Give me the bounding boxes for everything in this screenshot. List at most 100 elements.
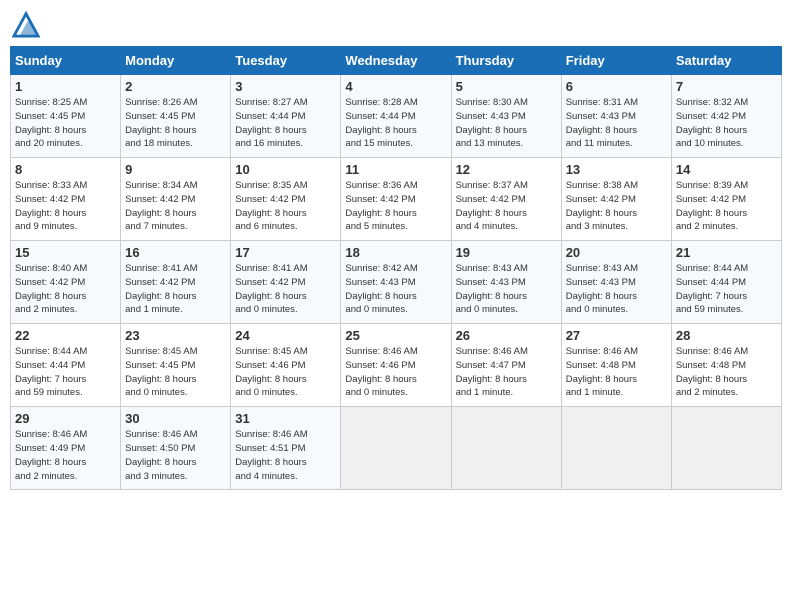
header-monday: Monday <box>121 47 231 75</box>
calendar-cell: 9 Sunrise: 8:34 AM Sunset: 4:42 PM Daylig… <box>121 158 231 241</box>
day-number: 16 <box>125 245 226 260</box>
day-number: 19 <box>456 245 557 260</box>
day-info: Sunrise: 8:46 AM Sunset: 4:48 PM Dayligh… <box>566 345 667 400</box>
day-info: Sunrise: 8:46 AM Sunset: 4:46 PM Dayligh… <box>345 345 446 400</box>
day-number: 17 <box>235 245 336 260</box>
calendar-cell: 23 Sunrise: 8:45 AM Sunset: 4:45 PM Dayli… <box>121 324 231 407</box>
day-info: Sunrise: 8:30 AM Sunset: 4:43 PM Dayligh… <box>456 96 557 151</box>
day-number: 8 <box>15 162 116 177</box>
calendar-cell: 5 Sunrise: 8:30 AM Sunset: 4:43 PM Daylig… <box>451 75 561 158</box>
calendar-week-row: 8Sunrise: 8:33 AM Sunset: 4:42 PM Daylig… <box>11 158 782 241</box>
header-sunday: Sunday <box>11 47 121 75</box>
day-number: 28 <box>676 328 777 343</box>
day-number: 26 <box>456 328 557 343</box>
calendar-cell: 28 Sunrise: 8:46 AM Sunset: 4:48 PM Dayli… <box>671 324 781 407</box>
day-info: Sunrise: 8:36 AM Sunset: 4:42 PM Dayligh… <box>345 179 446 234</box>
calendar-cell: 31Sunrise: 8:46 AM Sunset: 4:51 PM Dayli… <box>231 407 341 490</box>
day-info: Sunrise: 8:35 AM Sunset: 4:42 PM Dayligh… <box>235 179 336 234</box>
calendar-week-row: 15 Sunrise: 8:40 AM Sunset: 4:42 PM Dayli… <box>11 241 782 324</box>
day-number: 21 <box>676 245 777 260</box>
calendar-cell: 17Sunrise: 8:41 AM Sunset: 4:42 PM Dayli… <box>231 241 341 324</box>
day-info: Sunrise: 8:38 AM Sunset: 4:42 PM Dayligh… <box>566 179 667 234</box>
day-number: 18 <box>345 245 446 260</box>
header-thursday: Thursday <box>451 47 561 75</box>
calendar-header-row: SundayMondayTuesdayWednesdayThursdayFrid… <box>11 47 782 75</box>
calendar-table: SundayMondayTuesdayWednesdayThursdayFrid… <box>10 46 782 490</box>
calendar-cell: 12 Sunrise: 8:37 AM Sunset: 4:42 PM Dayli… <box>451 158 561 241</box>
calendar-cell: 29 Sunrise: 8:46 AM Sunset: 4:49 PM Dayli… <box>11 407 121 490</box>
day-info: Sunrise: 8:32 AM Sunset: 4:42 PM Dayligh… <box>676 96 777 151</box>
header-wednesday: Wednesday <box>341 47 451 75</box>
day-number: 5 <box>456 79 557 94</box>
day-number: 31 <box>235 411 336 426</box>
calendar-week-row: 22 Sunrise: 8:44 AM Sunset: 4:44 PM Dayli… <box>11 324 782 407</box>
calendar-cell: 30 Sunrise: 8:46 AM Sunset: 4:50 PM Dayli… <box>121 407 231 490</box>
day-number: 20 <box>566 245 667 260</box>
calendar-cell: 24 Sunrise: 8:45 AM Sunset: 4:46 PM Dayli… <box>231 324 341 407</box>
calendar-cell: 21 Sunrise: 8:44 AM Sunset: 4:44 PM Dayli… <box>671 241 781 324</box>
calendar-cell: 11 Sunrise: 8:36 AM Sunset: 4:42 PM Dayli… <box>341 158 451 241</box>
day-number: 9 <box>125 162 226 177</box>
day-number: 29 <box>15 411 116 426</box>
calendar-cell: 2 Sunrise: 8:26 AM Sunset: 4:45 PM Daylig… <box>121 75 231 158</box>
header-tuesday: Tuesday <box>231 47 341 75</box>
day-number: 10 <box>235 162 336 177</box>
calendar-cell: 7Sunrise: 8:32 AM Sunset: 4:42 PM Daylig… <box>671 75 781 158</box>
page-header <box>10 10 782 38</box>
day-number: 24 <box>235 328 336 343</box>
calendar-cell: 15 Sunrise: 8:40 AM Sunset: 4:42 PM Dayli… <box>11 241 121 324</box>
day-info: Sunrise: 8:42 AM Sunset: 4:43 PM Dayligh… <box>345 262 446 317</box>
header-saturday: Saturday <box>671 47 781 75</box>
calendar-cell: 20 Sunrise: 8:43 AM Sunset: 4:43 PM Dayli… <box>561 241 671 324</box>
day-number: 3 <box>235 79 336 94</box>
calendar-cell: 13 Sunrise: 8:38 AM Sunset: 4:42 PM Dayli… <box>561 158 671 241</box>
calendar-cell: 18 Sunrise: 8:42 AM Sunset: 4:43 PM Dayli… <box>341 241 451 324</box>
day-info: Sunrise: 8:28 AM Sunset: 4:44 PM Dayligh… <box>345 96 446 151</box>
day-number: 30 <box>125 411 226 426</box>
day-info: Sunrise: 8:46 AM Sunset: 4:48 PM Dayligh… <box>676 345 777 400</box>
day-info: Sunrise: 8:45 AM Sunset: 4:46 PM Dayligh… <box>235 345 336 400</box>
calendar-cell: 16 Sunrise: 8:41 AM Sunset: 4:42 PM Dayli… <box>121 241 231 324</box>
day-info: Sunrise: 8:25 AM Sunset: 4:45 PM Dayligh… <box>15 96 116 151</box>
day-info: Sunrise: 8:27 AM Sunset: 4:44 PM Dayligh… <box>235 96 336 151</box>
day-info: Sunrise: 8:43 AM Sunset: 4:43 PM Dayligh… <box>566 262 667 317</box>
day-info: Sunrise: 8:44 AM Sunset: 4:44 PM Dayligh… <box>676 262 777 317</box>
calendar-cell: 22 Sunrise: 8:44 AM Sunset: 4:44 PM Dayli… <box>11 324 121 407</box>
day-number: 15 <box>15 245 116 260</box>
day-info: Sunrise: 8:39 AM Sunset: 4:42 PM Dayligh… <box>676 179 777 234</box>
calendar-cell: 25Sunrise: 8:46 AM Sunset: 4:46 PM Dayli… <box>341 324 451 407</box>
day-number: 11 <box>345 162 446 177</box>
day-info: Sunrise: 8:37 AM Sunset: 4:42 PM Dayligh… <box>456 179 557 234</box>
calendar-cell: 6Sunrise: 8:31 AM Sunset: 4:43 PM Daylig… <box>561 75 671 158</box>
day-number: 2 <box>125 79 226 94</box>
day-number: 4 <box>345 79 446 94</box>
day-info: Sunrise: 8:46 AM Sunset: 4:50 PM Dayligh… <box>125 428 226 483</box>
calendar-cell: 1Sunrise: 8:25 AM Sunset: 4:45 PM Daylig… <box>11 75 121 158</box>
calendar-cell: 27 Sunrise: 8:46 AM Sunset: 4:48 PM Dayli… <box>561 324 671 407</box>
day-number: 13 <box>566 162 667 177</box>
calendar-week-row: 29 Sunrise: 8:46 AM Sunset: 4:49 PM Dayli… <box>11 407 782 490</box>
logo <box>10 10 40 38</box>
calendar-week-row: 1Sunrise: 8:25 AM Sunset: 4:45 PM Daylig… <box>11 75 782 158</box>
calendar-cell: 10 Sunrise: 8:35 AM Sunset: 4:42 PM Dayli… <box>231 158 341 241</box>
calendar-cell: 8Sunrise: 8:33 AM Sunset: 4:42 PM Daylig… <box>11 158 121 241</box>
day-number: 22 <box>15 328 116 343</box>
day-info: Sunrise: 8:26 AM Sunset: 4:45 PM Dayligh… <box>125 96 226 151</box>
calendar-cell: 3 Sunrise: 8:27 AM Sunset: 4:44 PM Daylig… <box>231 75 341 158</box>
calendar-cell: 14Sunrise: 8:39 AM Sunset: 4:42 PM Dayli… <box>671 158 781 241</box>
day-info: Sunrise: 8:46 AM Sunset: 4:49 PM Dayligh… <box>15 428 116 483</box>
header-friday: Friday <box>561 47 671 75</box>
calendar-cell <box>341 407 451 490</box>
day-info: Sunrise: 8:31 AM Sunset: 4:43 PM Dayligh… <box>566 96 667 151</box>
calendar-cell: 4 Sunrise: 8:28 AM Sunset: 4:44 PM Daylig… <box>341 75 451 158</box>
day-info: Sunrise: 8:40 AM Sunset: 4:42 PM Dayligh… <box>15 262 116 317</box>
day-number: 12 <box>456 162 557 177</box>
day-info: Sunrise: 8:46 AM Sunset: 4:47 PM Dayligh… <box>456 345 557 400</box>
calendar-cell <box>451 407 561 490</box>
day-info: Sunrise: 8:44 AM Sunset: 4:44 PM Dayligh… <box>15 345 116 400</box>
day-info: Sunrise: 8:41 AM Sunset: 4:42 PM Dayligh… <box>125 262 226 317</box>
day-number: 27 <box>566 328 667 343</box>
day-info: Sunrise: 8:34 AM Sunset: 4:42 PM Dayligh… <box>125 179 226 234</box>
day-number: 23 <box>125 328 226 343</box>
day-info: Sunrise: 8:45 AM Sunset: 4:45 PM Dayligh… <box>125 345 226 400</box>
